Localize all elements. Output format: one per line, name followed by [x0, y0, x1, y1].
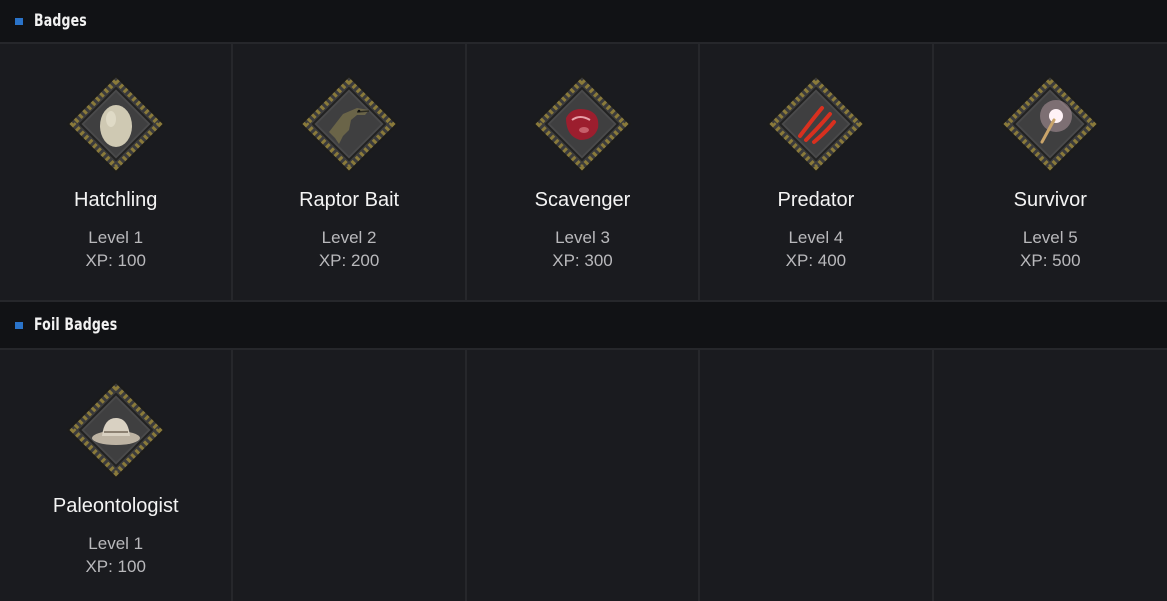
badge-name: Raptor Bait [299, 189, 400, 211]
badge-name: Scavenger [534, 189, 631, 211]
badge-name: Hatchling [74, 189, 158, 211]
badge-xp: XP: 200 [318, 251, 380, 270]
badge-name: Paleontologist [52, 495, 179, 517]
badge-level: Level 5 [1022, 228, 1078, 247]
badge-xp: XP: 100 [85, 251, 146, 270]
badge-card-paleontologist[interactable]: Paleontologist Level 1 XP: 100 [0, 350, 234, 601]
empty-badge-slot [467, 350, 701, 601]
badge-card-hatchling[interactable]: Hatchling Level 1 XP: 100 [0, 44, 234, 302]
badge-xp: XP: 100 [85, 557, 146, 576]
badges-section-header: Badges [0, 0, 1167, 44]
section-title: Badges [34, 11, 87, 31]
flare-icon [1000, 74, 1100, 174]
foil-badges-grid: Paleontologist Level 1 XP: 100 [0, 350, 1167, 601]
badges-grid: Hatchling Level 1 XP: 100 Raptor Bait Le… [0, 44, 1167, 302]
section-marker-icon [15, 17, 23, 25]
badge-card-raptor-bait[interactable]: Raptor Bait Level 2 XP: 200 [233, 44, 467, 302]
badge-name: Survivor [1013, 189, 1087, 211]
empty-badge-slot [233, 350, 467, 601]
egg-icon [66, 74, 166, 174]
raptor-icon [299, 74, 399, 174]
empty-badge-slot [700, 350, 934, 601]
section-title: Foil Badges [34, 315, 118, 335]
badge-xp: XP: 500 [1020, 251, 1081, 270]
hat-icon [66, 380, 166, 480]
badge-card-predator[interactable]: Predator Level 4 XP: 400 [700, 44, 934, 302]
badge-level: Level 3 [555, 228, 610, 247]
badge-xp: XP: 400 [785, 251, 847, 270]
badge-level: Level 1 [88, 228, 144, 247]
section-marker-icon [15, 321, 23, 329]
badge-card-scavenger[interactable]: Scavenger Level 3 XP: 300 [466, 44, 701, 302]
badge-name: Predator [777, 189, 855, 211]
empty-badge-slot [934, 350, 1167, 601]
meat-icon [532, 74, 632, 174]
badge-card-survivor[interactable]: Survivor Level 5 XP: 500 [933, 44, 1167, 302]
badge-level: Level 1 [88, 534, 144, 553]
claw-marks-icon [766, 74, 866, 174]
badge-xp: XP: 300 [552, 251, 613, 270]
badge-level: Level 2 [321, 228, 377, 247]
badge-level: Level 4 [788, 228, 844, 247]
foil-badges-section-header: Foil Badges [0, 302, 1167, 350]
